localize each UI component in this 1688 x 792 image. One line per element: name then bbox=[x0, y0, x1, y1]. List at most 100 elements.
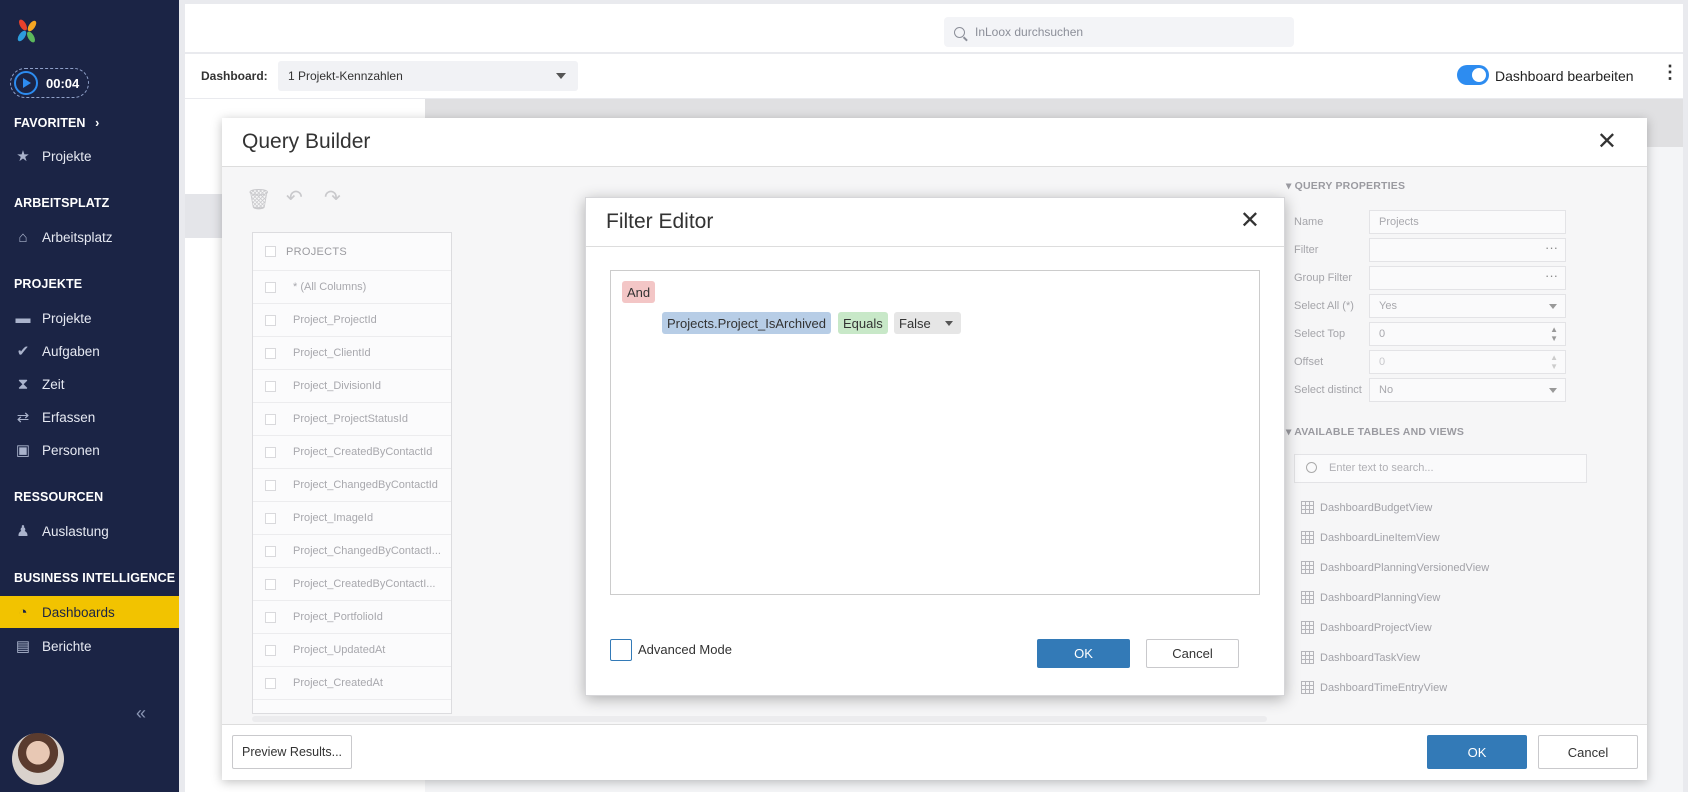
select-all-label: Select All (*) bbox=[1294, 300, 1354, 312]
checkbox[interactable] bbox=[265, 611, 276, 623]
sidebar-item-projekte[interactable]: ▬ Projekte bbox=[0, 302, 179, 334]
condition-value-dropdown[interactable]: False bbox=[894, 312, 961, 334]
table-row[interactable]: Project_ProjectStatusId bbox=[253, 403, 451, 436]
checkbox[interactable] bbox=[265, 446, 276, 458]
condition-operator-chip[interactable]: Equals bbox=[838, 312, 888, 334]
query-properties-header[interactable]: ▾ QUERY PROPERTIES bbox=[1286, 180, 1405, 192]
sidebar-item-auslastung[interactable]: ♟ Auslastung bbox=[0, 515, 179, 547]
table-row[interactable]: Project_ClientId bbox=[253, 337, 451, 370]
play-icon[interactable] bbox=[14, 71, 38, 95]
sidebar-item-arbeitsplatz[interactable]: ⌂ Arbeitsplatz bbox=[0, 221, 179, 253]
spinner-arrows-icon[interactable]: ▲ ▼ bbox=[1550, 325, 1558, 343]
list-item[interactable]: DashboardPlanningVersionedView bbox=[1301, 561, 1489, 574]
section-business-intelligence: BUSINESS INTELLIGENCE bbox=[14, 571, 176, 585]
section-favoriten[interactable]: FAVORITEN › bbox=[14, 116, 99, 130]
tables-search-input[interactable]: Enter text to search... bbox=[1294, 454, 1587, 483]
table-row[interactable]: Project_DivisionId bbox=[253, 370, 451, 403]
sidebar-item-zeit[interactable]: ⧗ Zeit bbox=[0, 368, 179, 400]
dashboard-edit-toggle[interactable] bbox=[1457, 65, 1489, 85]
table-row[interactable]: Project_CreatedByContactId bbox=[253, 436, 451, 469]
table-row[interactable]: Project_PortfolioId bbox=[253, 601, 451, 634]
ok-button[interactable]: OK bbox=[1037, 639, 1130, 668]
list-item[interactable]: DashboardTaskView bbox=[1301, 651, 1420, 664]
filter-field[interactable]: ··· bbox=[1369, 238, 1566, 262]
horizontal-scrollbar[interactable] bbox=[252, 716, 1267, 722]
sidebar-item-fav-projekte[interactable]: ★ Projekte bbox=[0, 140, 179, 172]
projects-table-box: PROJECTS * (All Columns) Project_Project… bbox=[252, 232, 452, 714]
table-row[interactable]: Project_ChangedByContactId bbox=[253, 469, 451, 502]
redo-icon[interactable]: ↷ bbox=[324, 185, 341, 210]
select-all-dropdown[interactable]: Yes bbox=[1369, 294, 1566, 318]
select-top-stepper[interactable]: 0 ▲ ▼ bbox=[1369, 322, 1566, 346]
checkbox[interactable] bbox=[265, 246, 276, 257]
dashboard-select[interactable]: 1 Projekt-Kennzahlen bbox=[278, 61, 578, 91]
close-icon[interactable]: ✕ bbox=[1240, 209, 1260, 233]
more-vertical-icon[interactable]: ⋮ bbox=[1661, 62, 1679, 83]
table-header[interactable]: PROJECTS bbox=[253, 233, 451, 271]
filter-tree-area[interactable]: And Projects.Project_IsArchived Equals F… bbox=[610, 270, 1260, 595]
list-item[interactable]: DashboardLineItemView bbox=[1301, 531, 1440, 544]
list-item[interactable]: DashboardProjectView bbox=[1301, 621, 1432, 634]
table-row[interactable]: Project_ImageId bbox=[253, 502, 451, 535]
checkbox[interactable] bbox=[265, 512, 276, 524]
ellipsis-icon[interactable]: ··· bbox=[1545, 268, 1558, 283]
advanced-mode-checkbox[interactable] bbox=[610, 639, 632, 661]
table-row[interactable]: Project_UpdatedAt bbox=[253, 634, 451, 667]
dashboard-label: Dashboard: bbox=[201, 69, 268, 83]
ok-button[interactable]: OK bbox=[1427, 735, 1527, 769]
checkbox[interactable] bbox=[265, 347, 276, 359]
sidebar-item-personen[interactable]: ▣ Personen bbox=[0, 434, 179, 466]
condition-field-chip[interactable]: Projects.Project_IsArchived bbox=[662, 312, 831, 334]
checkbox[interactable] bbox=[265, 380, 276, 392]
time-tracker[interactable]: 00:04 bbox=[10, 68, 89, 98]
chevron-down-icon bbox=[945, 321, 953, 326]
name-field[interactable]: Projects bbox=[1369, 210, 1566, 234]
table-row[interactable]: Project_ChangedByContactI... bbox=[253, 535, 451, 568]
checkbox[interactable] bbox=[265, 545, 276, 557]
table-row[interactable]: * (All Columns) bbox=[253, 271, 451, 304]
group-filter-field[interactable]: ··· bbox=[1369, 266, 1566, 290]
preview-results-button[interactable]: Preview Results... bbox=[232, 735, 352, 769]
advanced-mode-label[interactable]: Advanced Mode bbox=[638, 642, 732, 657]
avatar[interactable] bbox=[12, 733, 64, 785]
available-tables-header[interactable]: ▾ AVAILABLE TABLES AND VIEWS bbox=[1286, 426, 1464, 438]
table-row[interactable]: Project_CreatedByContactI... bbox=[253, 568, 451, 601]
close-icon[interactable]: ✕ bbox=[1597, 130, 1617, 154]
table-row[interactable]: Project_ProjectId bbox=[253, 304, 451, 337]
sidebar-item-berichte[interactable]: ▤ Berichte bbox=[0, 630, 179, 662]
checkbox[interactable] bbox=[265, 578, 276, 590]
chevron-down-icon bbox=[1549, 304, 1557, 309]
select-distinct-dropdown[interactable]: No bbox=[1369, 378, 1566, 402]
section-projekte: PROJEKTE bbox=[14, 277, 83, 291]
filter-editor-dialog: Filter Editor ✕ And Projects.Project_IsA… bbox=[585, 197, 1285, 696]
table-icon bbox=[1301, 501, 1314, 514]
query-properties-panel: ▾ QUERY PROPERTIES Name Projects Filter … bbox=[1272, 167, 1647, 727]
checkbox[interactable] bbox=[265, 644, 276, 656]
group-operator-chip[interactable]: And bbox=[622, 281, 656, 303]
chevron-right-icon: › bbox=[95, 116, 100, 130]
trash-icon[interactable]: 🗑 bbox=[246, 187, 271, 212]
table-icon bbox=[1301, 591, 1314, 604]
list-item[interactable]: DashboardBudgetView bbox=[1301, 501, 1432, 514]
offset-stepper[interactable]: 0 ▲ ▼ bbox=[1369, 350, 1566, 374]
ellipsis-icon[interactable]: ··· bbox=[1545, 240, 1558, 255]
sidebar-item-aufgaben[interactable]: ✔ Aufgaben bbox=[0, 335, 179, 367]
undo-icon[interactable]: ↶ bbox=[286, 185, 303, 210]
name-label: Name bbox=[1294, 216, 1324, 228]
list-item[interactable]: DashboardTimeEntryView bbox=[1301, 681, 1447, 694]
sidebar-item-dashboards[interactable]: ◔ Dashboards bbox=[0, 596, 179, 628]
sidebar-item-erfassen[interactable]: ⇄ Erfassen bbox=[0, 401, 179, 433]
collapse-sidebar-icon[interactable]: « bbox=[136, 703, 146, 724]
checkbox[interactable] bbox=[265, 281, 276, 293]
query-builder-title: Query Builder bbox=[242, 130, 371, 153]
table-row[interactable]: Project_CreatedAt bbox=[253, 667, 451, 700]
checkbox[interactable] bbox=[265, 479, 276, 491]
cancel-button[interactable]: Cancel bbox=[1146, 639, 1239, 668]
checkbox[interactable] bbox=[265, 677, 276, 689]
inloox-logo[interactable] bbox=[14, 18, 40, 44]
checkbox[interactable] bbox=[265, 413, 276, 425]
checkbox[interactable] bbox=[265, 314, 276, 326]
cancel-button[interactable]: Cancel bbox=[1538, 735, 1638, 769]
global-search-input[interactable]: InLoox durchsuchen bbox=[944, 17, 1294, 47]
list-item[interactable]: DashboardPlanningView bbox=[1301, 591, 1440, 604]
